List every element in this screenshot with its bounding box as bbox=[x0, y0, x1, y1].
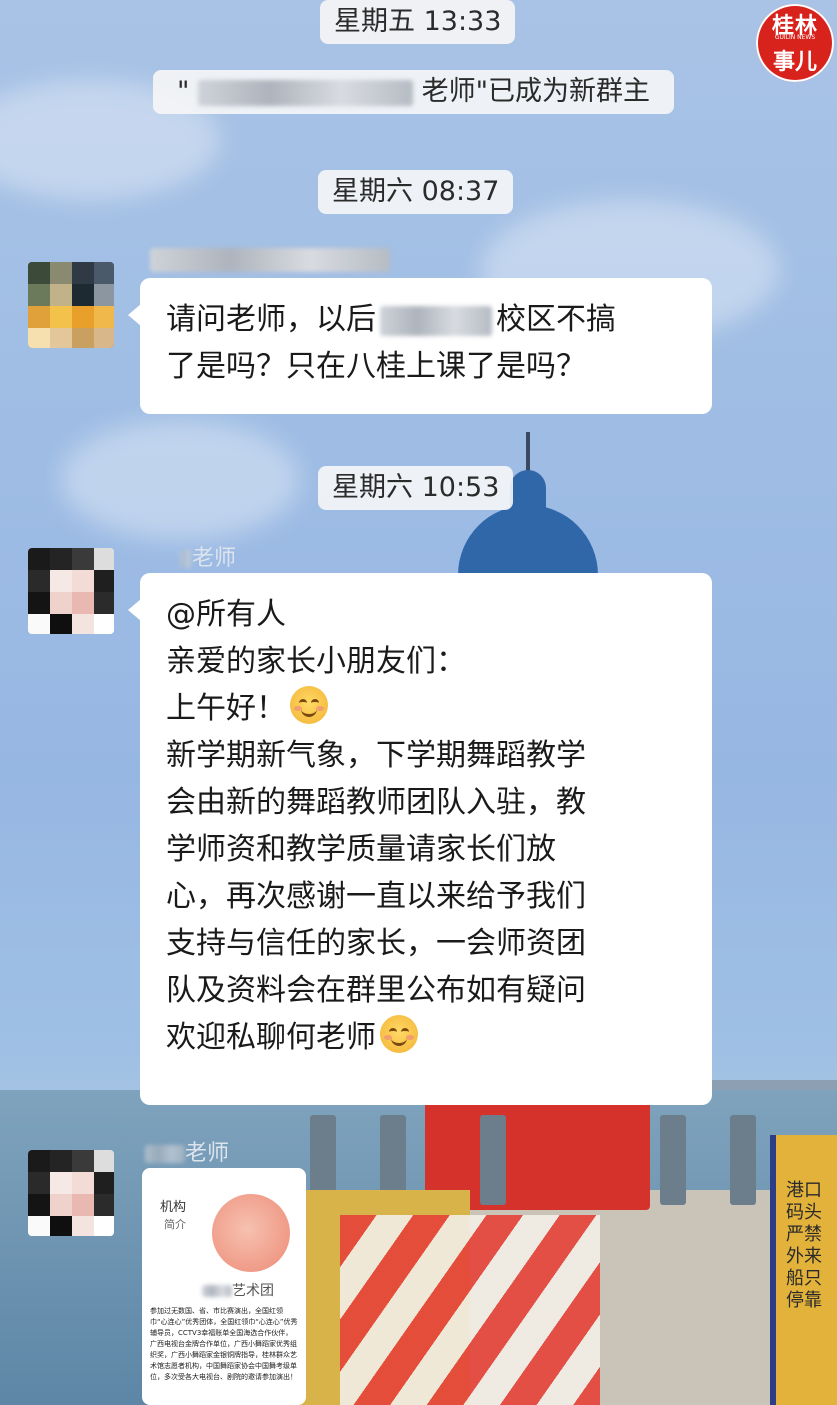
lighthouse-dome bbox=[458, 505, 598, 575]
logo-line3: 事儿 bbox=[772, 50, 817, 75]
avatar[interactable] bbox=[28, 548, 114, 634]
timestamp: 星期六 08:37 bbox=[318, 170, 514, 214]
image-card[interactable]: 机构 简介 艺术团 参加过无数国、省、市比赛演出，全国红领巾“心连心”优秀团体，… bbox=[142, 1168, 306, 1405]
logo-line2: GUILIN NEWS bbox=[774, 34, 816, 41]
card-subtitle: 简介 bbox=[164, 1218, 186, 1231]
pier-post bbox=[480, 1115, 506, 1205]
notice-text: 老师"已成为新群主 bbox=[421, 76, 651, 107]
message-line: 请问老师，以后 校区不搞 bbox=[166, 302, 616, 337]
card-logo-circle bbox=[212, 1194, 290, 1272]
message-line: 欢迎私聊何老师 bbox=[166, 1014, 686, 1061]
message-line: 亲爱的家长小朋友们： bbox=[166, 644, 466, 679]
sender-name: 老师 bbox=[145, 1135, 229, 1167]
news-watermark-logo: 桂林 GUILIN NEWS 事儿 bbox=[756, 4, 834, 82]
smile-emoji-icon bbox=[380, 1015, 418, 1053]
redacted-name bbox=[198, 79, 414, 106]
avatar[interactable] bbox=[28, 1150, 114, 1236]
message-line: 新学期新气象，下学期舞蹈教学 bbox=[166, 738, 586, 773]
message-bubble[interactable]: 请问老师，以后 校区不搞 了是吗？只在八桂上课了是吗？ bbox=[128, 278, 712, 414]
redacted-campus bbox=[380, 305, 492, 336]
timestamp: 星期五 13:33 bbox=[320, 0, 516, 44]
lighthouse-top bbox=[510, 470, 546, 510]
warning-sign-text: 港口码头严禁外来船只停靠 bbox=[786, 1180, 822, 1311]
message-line: 支持与信任的家长，一会师资团 bbox=[166, 926, 586, 961]
smile-emoji-icon bbox=[290, 686, 328, 724]
message-line: 心，再次感谢一直以来给予我们 bbox=[166, 879, 586, 914]
pier-post bbox=[660, 1115, 686, 1205]
message-line: @所有人 bbox=[166, 597, 286, 632]
sender-name: 老师 bbox=[180, 540, 236, 572]
pier-post bbox=[730, 1115, 756, 1205]
message-line: 会由新的舞蹈教师团队入驻，教 bbox=[166, 785, 586, 820]
system-notice: " 老师"已成为新群主 bbox=[153, 70, 675, 114]
weather-vane bbox=[526, 432, 530, 472]
message-line: 了是吗？只在八桂上课了是吗？ bbox=[166, 349, 586, 384]
pier-stripes bbox=[340, 1215, 600, 1405]
message-bubble[interactable]: @所有人 亲爱的家长小朋友们： 上午好！ 新学期新气象，下学期舞蹈教学 会由新的… bbox=[128, 573, 712, 1105]
card-org-name: 艺术团 bbox=[202, 1280, 274, 1300]
message-line: 学师资和教学质量请家长们放 bbox=[166, 832, 556, 867]
message-line: 队及资料会在群里公布如有疑问 bbox=[166, 973, 586, 1008]
timestamp: 星期六 10:53 bbox=[318, 466, 514, 510]
card-body-text: 参加过无数国、省、市比赛演出，全国红领巾“心连心”优秀团体，全国红领巾“心连心”… bbox=[150, 1307, 298, 1381]
redacted-sender-name bbox=[150, 248, 390, 272]
cloud bbox=[60, 420, 300, 540]
notice-prefix: " bbox=[177, 76, 190, 107]
message-line: 上午好！ bbox=[166, 685, 686, 732]
card-title: 机构 bbox=[160, 1200, 187, 1215]
avatar[interactable] bbox=[28, 262, 114, 348]
